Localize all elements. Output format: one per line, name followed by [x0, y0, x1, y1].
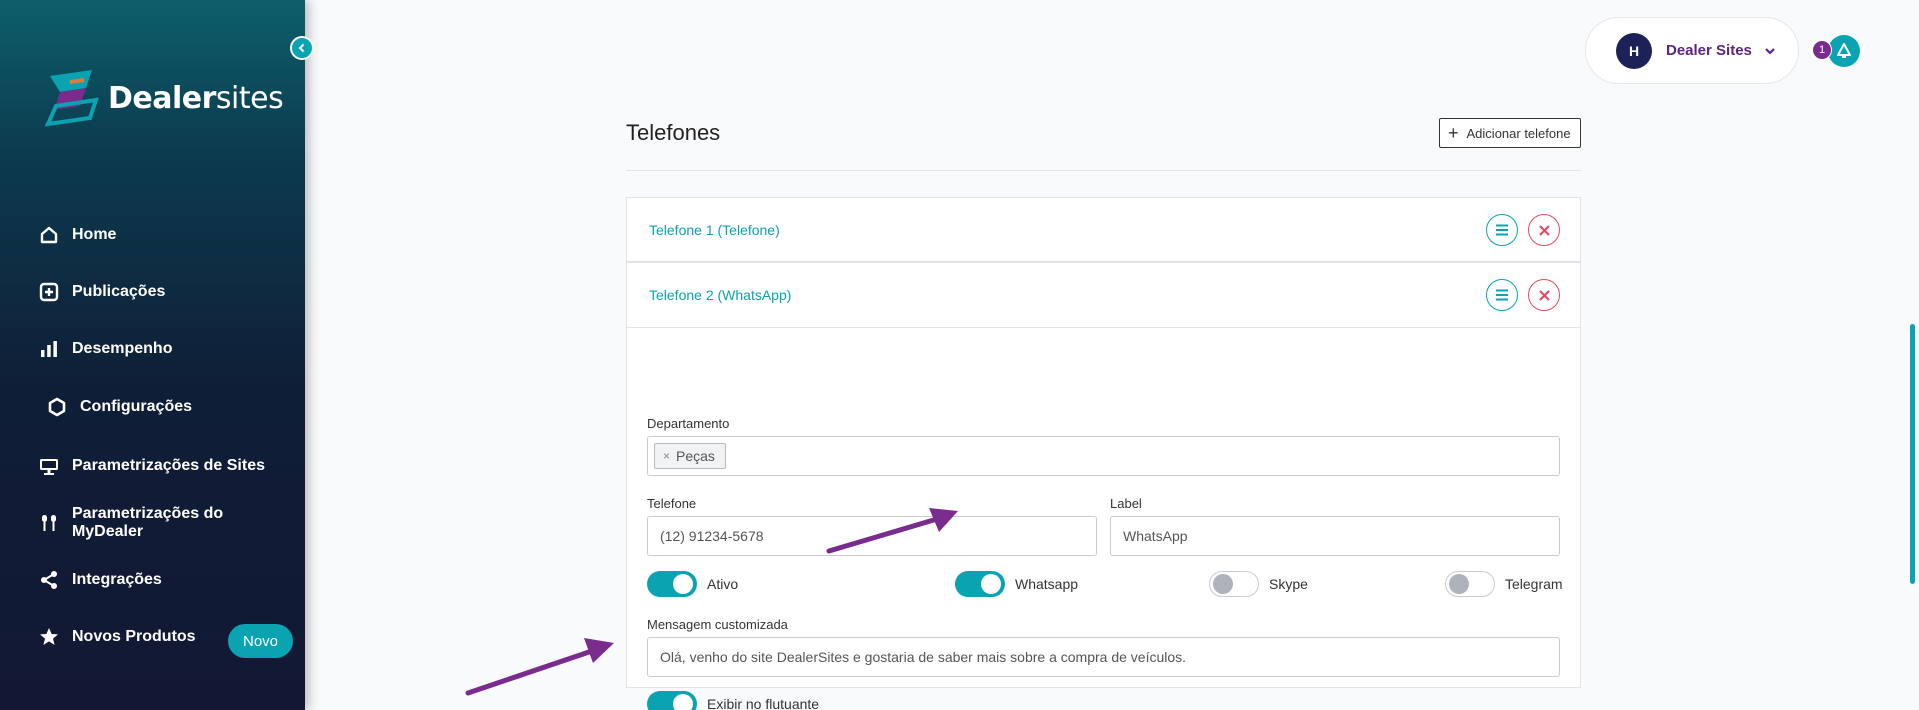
sidebar-item-label: Novos Produtos	[72, 628, 196, 645]
notification-count-badge: 1	[1812, 40, 1832, 60]
menu-icon	[1496, 224, 1508, 236]
avatar: H	[1616, 32, 1652, 69]
sidebar-item-parametrizacoes-mydealer[interactable]: Parametrizações do MyDealer	[38, 505, 298, 540]
notifications-button[interactable]	[1828, 35, 1860, 67]
whatsapp-label: Whatsapp	[1015, 576, 1079, 592]
sidebar-item-label: Desempenho	[72, 340, 173, 357]
phone-card-header[interactable]: Telefone 2 (WhatsApp)	[627, 263, 1580, 327]
phone-card-title: Telefone 1 (Telefone)	[649, 222, 780, 238]
phone-form: Departamento × Peças Telefone (12) 91234…	[627, 327, 1580, 710]
add-phone-label: Adicionar telefone	[1466, 125, 1571, 141]
novo-badge[interactable]: Novo	[228, 624, 293, 658]
scrollbar[interactable]	[1910, 324, 1915, 584]
departamento-label: Departamento	[647, 416, 730, 431]
sidebar-item-label: Integrações	[72, 571, 162, 588]
utensils-icon	[38, 512, 60, 534]
sidebar-item-label: Publicações	[72, 283, 166, 300]
dealersites-logo-mark	[44, 70, 99, 127]
whatsapp-toggle-row: Whatsapp	[955, 571, 1078, 597]
chevron-down-icon	[1765, 47, 1775, 55]
phone-card-header[interactable]: Telefone 1 (Telefone)	[627, 198, 1580, 262]
label-label: Label	[1110, 496, 1142, 511]
add-phone-button[interactable]: + Adicionar telefone	[1439, 118, 1581, 148]
account-menu[interactable]: H Dealer Sites	[1585, 17, 1799, 84]
bar-chart-icon	[38, 338, 60, 360]
sidebar: Dealersites Home Publicações Desempenho …	[0, 0, 305, 710]
departamento-tag[interactable]: × Peças	[654, 443, 726, 469]
collapse-sidebar-button[interactable]	[290, 36, 314, 60]
ativo-label: Ativo	[707, 576, 739, 592]
plus-icon: +	[1448, 123, 1459, 143]
phone-card: Telefone 2 (WhatsApp) Departamento × Peç…	[626, 262, 1581, 710]
sidebar-item-novos-produtos[interactable]: Novos Produtos	[38, 622, 196, 652]
skype-toggle[interactable]	[1209, 571, 1259, 597]
sidebar-item-publicacoes[interactable]: Publicações	[38, 277, 165, 307]
telegram-toggle-row: Telegram	[1445, 571, 1563, 597]
plus-square-icon	[38, 281, 60, 303]
sidebar-item-label: Home	[72, 226, 117, 243]
skype-toggle-row: Skype	[1209, 571, 1308, 597]
flutuante-toggle[interactable]	[647, 691, 697, 710]
label-input[interactable]: WhatsApp	[1110, 516, 1560, 556]
telegram-label: Telegram	[1505, 576, 1563, 592]
divider	[626, 170, 1581, 171]
telefone-input[interactable]: (12) 91234-5678	[647, 516, 1097, 556]
reorder-button[interactable]	[1486, 214, 1518, 246]
annotation-arrow	[465, 638, 614, 696]
delete-button[interactable]	[1528, 279, 1560, 311]
sidebar-item-parametrizacoes-sites[interactable]: Parametrizações de Sites	[38, 451, 265, 481]
phone-card-title: Telefone 2 (WhatsApp)	[649, 287, 792, 303]
sidebar-item-integracoes[interactable]: Integrações	[38, 565, 162, 595]
mensagem-input[interactable]: Olá, venho do site DealerSites e gostari…	[647, 637, 1560, 677]
hexagon-icon	[46, 396, 68, 418]
dealersites-logo[interactable]: Dealersites	[40, 66, 284, 130]
page-title: Telefones	[626, 120, 721, 145]
telefone-label: Telefone	[647, 496, 697, 511]
sidebar-item-desempenho[interactable]: Desempenho	[38, 334, 172, 364]
sidebar-item-home[interactable]: Home	[38, 220, 116, 250]
sidebar-item-label: Parametrizações do MyDealer	[71, 505, 224, 540]
home-icon	[38, 224, 60, 246]
bell-icon	[1837, 43, 1851, 58]
whatsapp-toggle[interactable]	[955, 571, 1005, 597]
flutuante-toggle-row: Exibir no flutuante	[647, 691, 819, 710]
star-icon	[38, 626, 60, 648]
departamento-tag-label: Peças	[676, 448, 715, 464]
monitor-icon	[38, 455, 60, 477]
flutuante-label: Exibir no flutuante	[707, 696, 820, 710]
sidebar-item-configuracoes[interactable]: Configurações	[46, 392, 192, 422]
share-icon	[38, 569, 60, 591]
ativo-toggle-row: Ativo	[647, 571, 738, 597]
close-icon	[1538, 289, 1550, 301]
reorder-button[interactable]	[1486, 279, 1518, 311]
ativo-toggle[interactable]	[647, 571, 697, 597]
mensagem-label: Mensagem customizada	[647, 617, 788, 632]
chevron-left-icon	[298, 43, 305, 53]
skype-label: Skype	[1269, 576, 1308, 592]
close-icon	[1538, 224, 1550, 236]
sidebar-item-label: Configurações	[80, 398, 193, 415]
sidebar-item-label: Parametrizações de Sites	[72, 457, 265, 474]
phone-card: Telefone 1 (Telefone)	[626, 197, 1581, 262]
delete-button[interactable]	[1528, 214, 1560, 246]
remove-tag-icon[interactable]: ×	[663, 449, 670, 463]
departamento-select[interactable]: × Peças	[647, 436, 1560, 476]
logo-text: Dealersites	[108, 80, 284, 116]
telegram-toggle[interactable]	[1445, 571, 1495, 597]
menu-icon	[1496, 289, 1508, 301]
account-name: Dealer Sites	[1666, 42, 1752, 59]
